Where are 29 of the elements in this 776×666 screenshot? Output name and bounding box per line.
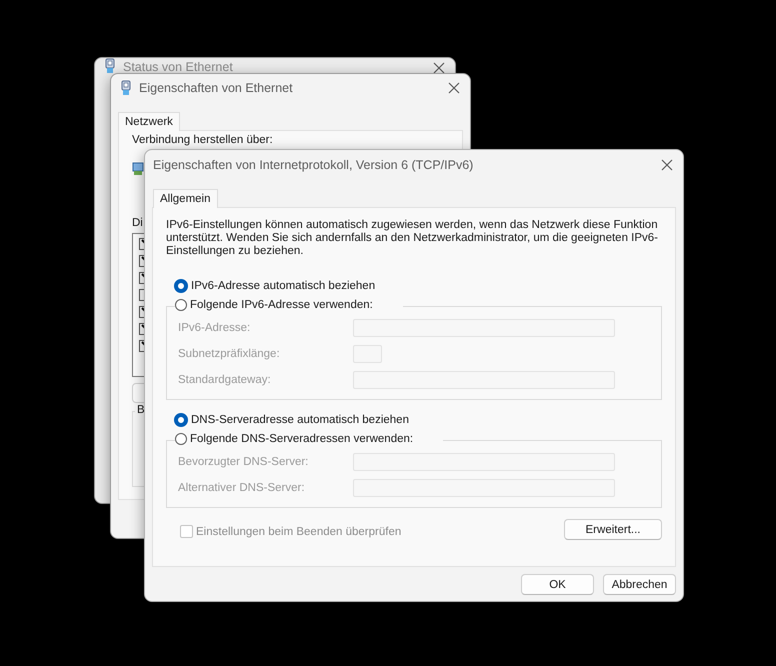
- window-title: Status von Ethernet: [123, 60, 234, 74]
- radio-label[interactable]: Folgende DNS-Serveradressen verwenden:: [190, 433, 414, 445]
- close-icon[interactable]: [448, 82, 460, 94]
- window-title: Eigenschaften von Ethernet: [139, 81, 294, 95]
- dialog-button[interactable]: Abbrechen: [603, 574, 676, 595]
- radio-button[interactable]: [175, 433, 187, 445]
- close-icon[interactable]: [661, 159, 673, 171]
- window-title: Eigenschaften von Internetprotokoll, Version 6 (TCP/IPv6): [153, 158, 474, 172]
- field-label: Alternativer DNS-Server:: [178, 482, 306, 494]
- connect-label: Verbindung herstellen über:: [132, 134, 273, 146]
- ethernet-plug-icon: [121, 80, 131, 96]
- tab[interactable]: Allgemein: [153, 189, 218, 208]
- tab[interactable]: Netzwerk: [118, 112, 180, 131]
- field-label: Bevorzugter DNS-Server:: [178, 456, 310, 468]
- field-label: Subnetzpräfixlänge:: [178, 348, 281, 360]
- description-text: IPv6-Einstellungen können automatisch zugewiesen werden, wenn das Netzwerk diese Funktion unterstützt. Wenden Sie sich andernfalls an den Netzwerkadministrator, um die geeigneten IPv6-Einstellungen zu beziehen.: [166, 219, 660, 258]
- dialog-button[interactable]: OK: [521, 574, 594, 595]
- radio-label[interactable]: DNS-Serveradresse automatisch beziehen: [191, 414, 409, 426]
- ethernet-plug-icon: [105, 58, 115, 74]
- field-label: IPv6-Adresse:: [178, 322, 252, 334]
- components-label: Di: [132, 216, 143, 229]
- radio-button[interactable]: [174, 413, 188, 427]
- radio-button[interactable]: [174, 279, 188, 293]
- radio-label[interactable]: Folgende IPv6-Adresse verwenden:: [190, 299, 373, 311]
- radio-label[interactable]: IPv6-Adresse automatisch beziehen: [191, 280, 376, 292]
- advanced-button[interactable]: Erweitert...: [564, 519, 662, 540]
- radio-button[interactable]: [175, 299, 187, 311]
- field-label: Standardgateway:: [178, 374, 272, 386]
- close-icon[interactable]: [433, 62, 445, 74]
